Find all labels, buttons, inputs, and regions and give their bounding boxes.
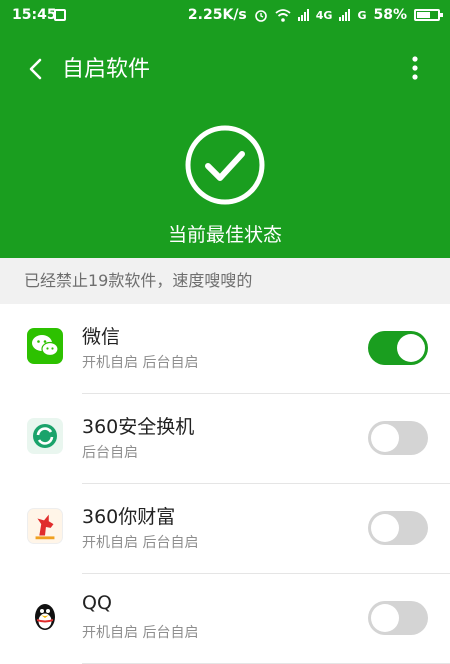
toggle-knob xyxy=(371,424,399,452)
status-bar: 15:45 2.25K/s 4G G 58% xyxy=(0,0,450,32)
battery-icon xyxy=(414,9,443,21)
list-item: 360安全换机 后台自启 xyxy=(0,394,450,484)
status-text: 当前最佳状态 xyxy=(167,224,282,246)
back-arrow-icon[interactable] xyxy=(22,54,52,84)
status-time: 15:45 xyxy=(12,7,57,23)
autostart-toggle[interactable] xyxy=(368,601,428,635)
toggle-knob xyxy=(397,334,425,362)
app-autostart-info: 后台自启 xyxy=(82,445,138,461)
app-autostart-info: 开机自启 后台自启 xyxy=(82,355,199,371)
network-type-2: G xyxy=(357,8,367,22)
check-circle-icon xyxy=(185,125,265,205)
page-title: 自启软件 xyxy=(62,57,151,82)
toggle-knob xyxy=(371,604,399,632)
network-type-1: 4G xyxy=(315,8,333,22)
app-name: 360你财富 xyxy=(82,506,176,528)
screenshot-icon xyxy=(54,9,66,21)
blocked-notice: 已经禁止19款软件，速度嗖嗖的 xyxy=(0,258,450,304)
status-right: 2.25K/s 4G G 58% xyxy=(187,7,443,23)
more-vertical-icon[interactable] xyxy=(400,54,430,82)
autostart-toggle[interactable] xyxy=(368,331,428,365)
list-item: 微信 开机自启 后台自启 xyxy=(0,304,450,394)
autostart-toggle[interactable] xyxy=(368,511,428,545)
app-name: QQ xyxy=(82,592,112,614)
list-item: QQ 开机自启 后台自启 xyxy=(0,574,450,664)
signal-icon xyxy=(297,9,309,21)
app-name: 360安全换机 xyxy=(82,416,195,438)
signal-icon xyxy=(339,9,351,21)
wifi-icon xyxy=(275,8,291,22)
toggle-knob xyxy=(371,514,399,542)
list-item: 360你财富 开机自启 后台自启 xyxy=(0,484,450,574)
qq-penguin-icon xyxy=(27,598,63,634)
alarm-icon xyxy=(254,10,267,22)
battery-percent: 58% xyxy=(373,7,407,23)
wechat-icon xyxy=(27,328,63,364)
app-name: 微信 xyxy=(82,326,121,348)
app-autostart-info: 开机自启 后台自启 xyxy=(82,535,199,551)
network-speed: 2.25K/s xyxy=(187,7,247,23)
page-header: 自启软件 当前最佳状态 xyxy=(0,32,450,258)
app-list: 微信 开机自启 后台自启 360安全换机 后台自启 360你财富 开机自启 后台… xyxy=(0,304,450,664)
phone-transfer-icon xyxy=(27,418,63,454)
autostart-toggle[interactable] xyxy=(368,421,428,455)
unicorn-icon xyxy=(27,508,63,544)
app-autostart-info: 开机自启 后台自启 xyxy=(82,625,199,641)
